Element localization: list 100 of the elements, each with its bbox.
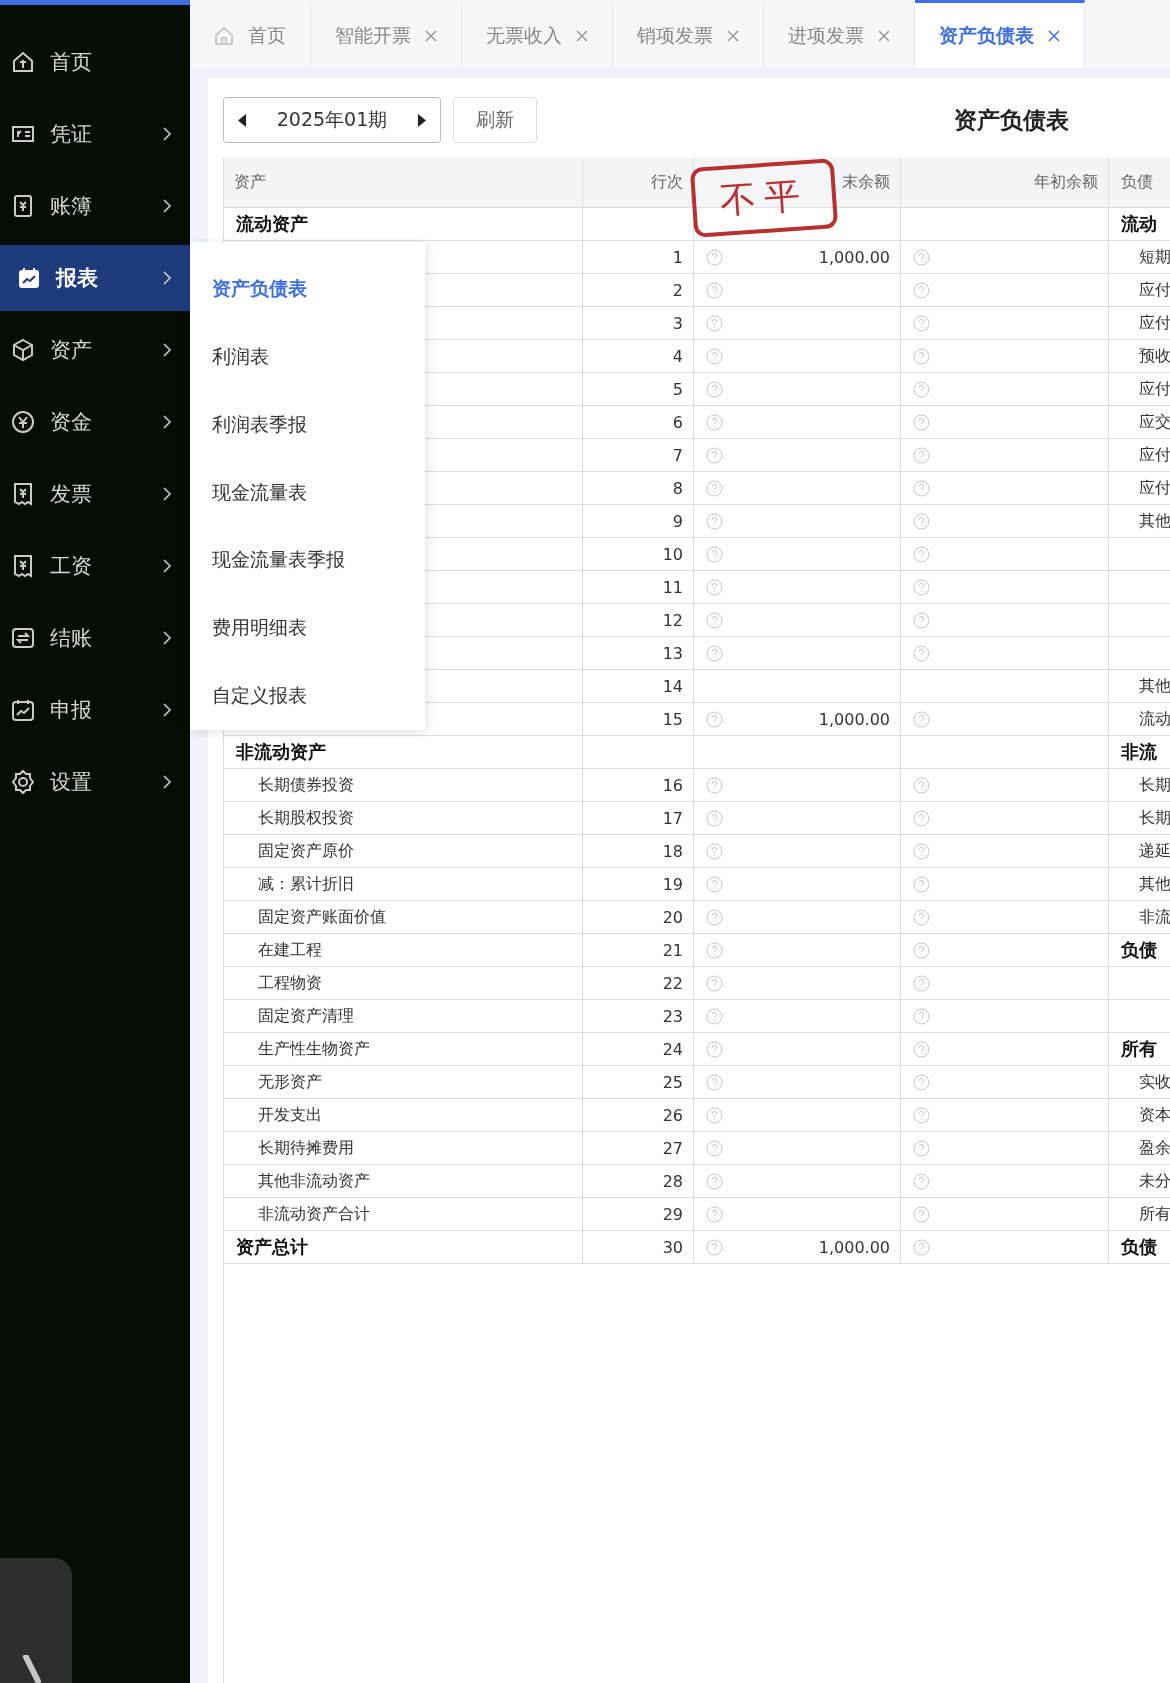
column-header: 年初余额: [901, 158, 1109, 207]
table-cell: 22: [583, 967, 694, 999]
table-cell: 非流: [1121, 740, 1157, 764]
table-cell: 长期: [1139, 807, 1170, 829]
table-cell: 应付: [1139, 444, 1170, 466]
sidebar-item[interactable]: 资产: [0, 317, 190, 383]
table-cell: 13: [583, 637, 694, 669]
table-cell: 未分: [1139, 1170, 1170, 1192]
table-cell: 7: [583, 439, 694, 471]
table-cell: 25: [583, 1066, 694, 1098]
chart-icon: [10, 697, 36, 723]
sidebar-item[interactable]: 工资: [0, 533, 190, 599]
table-cell: 应付: [1139, 279, 1170, 301]
sidebar-item[interactable]: 设置: [0, 749, 190, 815]
tab[interactable]: 资产负债表: [915, 0, 1085, 68]
home-icon: [10, 49, 36, 75]
table-cell: 盈余: [1139, 1137, 1170, 1159]
table-cell: 16: [583, 769, 694, 801]
sidebar-item[interactable]: 报表: [0, 245, 190, 311]
table-cell: 流动资产: [224, 208, 583, 240]
table-cell: 非流: [1139, 906, 1170, 928]
menu-item[interactable]: 资产负债表: [190, 255, 425, 323]
table-cell: 29: [583, 1198, 694, 1230]
table-cell: 3: [583, 307, 694, 339]
table-cell: 预收: [1139, 345, 1170, 367]
table-cell: 其他: [1139, 675, 1170, 697]
home-icon: [214, 25, 234, 46]
table-cell: 应交: [1139, 411, 1170, 433]
table-cell: 非流动资产合计: [224, 1198, 583, 1230]
sidebar-item[interactable]: 首页: [0, 29, 190, 95]
sidebar-item[interactable]: 账簿: [0, 173, 190, 239]
column-header: 资产: [224, 158, 583, 207]
floating-button[interactable]: [0, 1558, 72, 1683]
table-cell: 26: [583, 1099, 694, 1131]
table-cell: 15: [583, 703, 694, 735]
table-cell: 其他非流动资产: [224, 1165, 583, 1197]
table-cell: 5: [583, 373, 694, 405]
menu-item[interactable]: 现金流量表: [190, 458, 425, 527]
period-picker[interactable]: 2025年01期: [223, 97, 441, 143]
sidebar-item[interactable]: 结账: [0, 605, 190, 671]
table-cell: 4: [583, 340, 694, 372]
sidebar-item[interactable]: 凭证: [0, 101, 190, 167]
amount: 1,000.00: [818, 247, 890, 267]
report-title: 资产负债表: [954, 105, 1069, 135]
exchange-icon: [10, 625, 36, 651]
table-cell: 负债: [1121, 1235, 1157, 1259]
table-cell: 28: [583, 1165, 694, 1197]
table-cell: 长期待摊费用: [224, 1132, 583, 1164]
table-cell: 20: [583, 901, 694, 933]
menu-item[interactable]: 利润表: [190, 322, 425, 391]
table-cell: 实收: [1139, 1071, 1170, 1093]
table-cell: 30: [583, 1231, 694, 1263]
table-cell: 非流动资产: [224, 736, 583, 768]
amount: 1,000.00: [818, 1237, 890, 1257]
table-cell: 8: [583, 472, 694, 504]
table-cell: 长期债券投资: [224, 769, 583, 801]
coin-icon: [10, 409, 36, 435]
table-cell: 27: [583, 1132, 694, 1164]
table-cell: 9: [583, 505, 694, 537]
table-cell: 固定资产账面价值: [224, 901, 583, 933]
table-cell: 应付: [1139, 378, 1170, 400]
menu-item[interactable]: 费用明细表: [190, 594, 425, 663]
table-cell: 21: [583, 934, 694, 966]
sidebar-item[interactable]: 资金: [0, 389, 190, 455]
column-header: 负债: [1120, 171, 1154, 193]
table-cell: 6: [583, 406, 694, 438]
menu-item[interactable]: 利润表季报: [190, 390, 425, 459]
table-cell: 19: [583, 868, 694, 900]
table-cell: 应付: [1139, 477, 1170, 499]
sidebar-item[interactable]: 申报: [0, 677, 190, 743]
table-cell: 应付: [1139, 312, 1170, 334]
table-cell: 2: [583, 274, 694, 306]
table-cell: 负债: [1121, 938, 1157, 962]
table-cell: 长期: [1139, 774, 1170, 796]
table-cell: 流动: [1121, 212, 1157, 236]
slash-icon: [22, 1655, 42, 1683]
menu-item[interactable]: 自定义报表: [190, 662, 425, 730]
table-cell: 工程物资: [224, 967, 583, 999]
column-header: 行次: [583, 158, 694, 207]
cube-icon: [10, 337, 36, 363]
amount: 1,000.00: [818, 709, 890, 729]
caret-left-icon: [238, 113, 247, 127]
table-cell: 长期股权投资: [224, 802, 583, 834]
sidebar-item[interactable]: 发票: [0, 461, 190, 527]
table-cell: 资本: [1139, 1104, 1170, 1126]
table-cell: 23: [583, 1000, 694, 1032]
table-cell: 短期: [1139, 246, 1170, 268]
settings-icon: [10, 769, 36, 795]
period-label: 2025年01期: [276, 107, 388, 132]
table-cell: 减：累计折旧: [224, 868, 583, 900]
refresh-button[interactable]: 刷新: [453, 97, 537, 143]
table-cell: 12: [583, 604, 694, 636]
table-cell: 固定资产清理: [224, 1000, 583, 1032]
table-cell: 17: [583, 802, 694, 834]
table-cell: 固定资产原价: [224, 835, 583, 867]
table-cell: 开发支出: [224, 1099, 583, 1131]
table-cell: 24: [583, 1033, 694, 1065]
table-cell: 其他: [1139, 873, 1170, 895]
menu-item[interactable]: 现金流量表季报: [190, 526, 425, 595]
table-cell: 18: [583, 835, 694, 867]
